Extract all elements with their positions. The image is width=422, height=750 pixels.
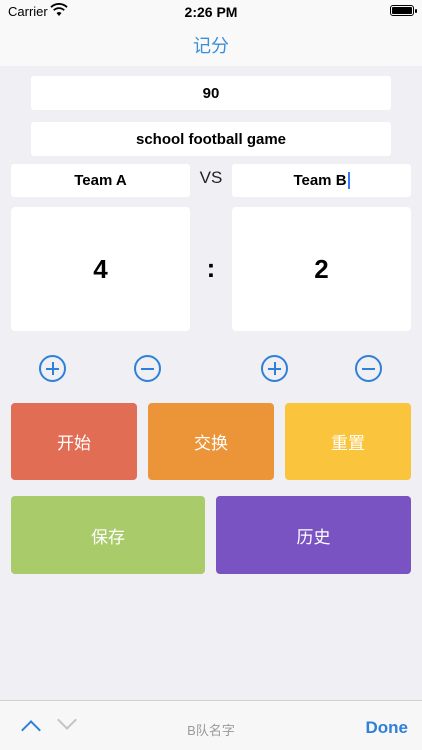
team-a-score: 4 <box>11 207 190 331</box>
reset-button[interactable]: 重置 <box>285 403 411 480</box>
team-a-minus-button[interactable] <box>134 355 161 382</box>
start-button[interactable]: 开始 <box>11 403 137 480</box>
team-a-plus-button[interactable] <box>39 355 66 382</box>
status-time: 2:26 PM <box>184 4 238 20</box>
score-separator: : <box>206 253 216 283</box>
team-b-minus-button[interactable] <box>355 355 382 382</box>
team-b-name: Team B <box>293 172 347 189</box>
save-button[interactable]: 保存 <box>11 496 205 574</box>
vs-label: VS <box>199 168 223 187</box>
navigation-bar: Carrier 2:26 PM 记分 <box>0 0 422 66</box>
page-title: 记分 <box>193 36 229 56</box>
text-cursor <box>347 172 350 189</box>
match-name-field[interactable]: school football game <box>31 122 391 156</box>
team-b-score: 2 <box>232 207 411 331</box>
swap-button[interactable]: 交换 <box>148 403 274 480</box>
team-b-name-field[interactable]: Team B <box>232 164 411 197</box>
duration-field[interactable]: 90 <box>31 76 391 110</box>
battery-icon <box>390 5 417 16</box>
accessory-field-label: B队名字 <box>187 723 235 738</box>
team-a-name: Team A <box>74 172 127 189</box>
team-a-name-field[interactable]: Team A <box>11 164 190 197</box>
history-button[interactable]: 历史 <box>216 496 411 574</box>
team-b-plus-button[interactable] <box>261 355 288 382</box>
keyboard-accessory-bar: B队名字 Done <box>0 700 422 750</box>
done-button[interactable]: Done <box>366 718 409 738</box>
